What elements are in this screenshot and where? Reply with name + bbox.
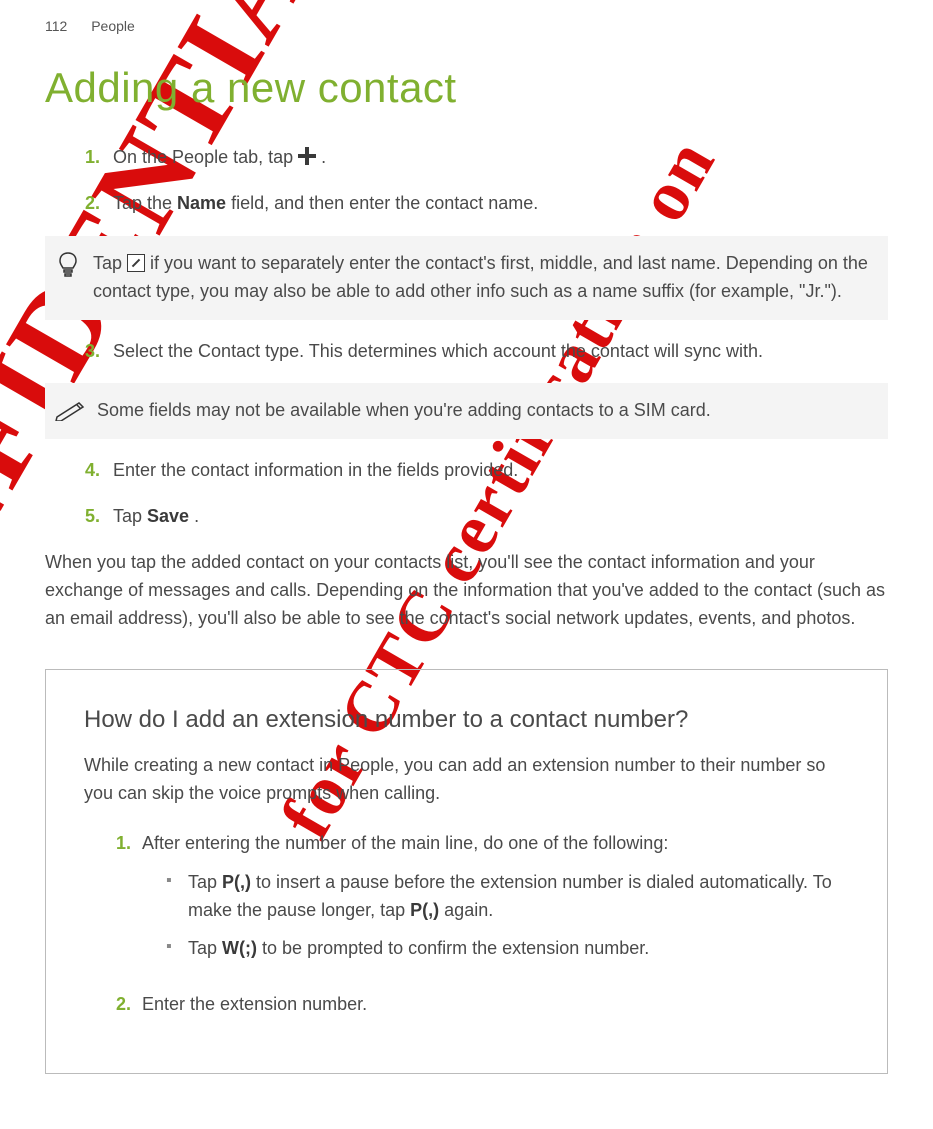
- step-number: 5.: [85, 503, 113, 531]
- bullet-item: ▪ Tap W(;) to be prompted to confirm the…: [166, 935, 849, 963]
- bullet-text: Tap W(;) to be prompted to confirm the e…: [188, 935, 649, 963]
- step-text: On the People tab, tap .: [113, 144, 326, 172]
- plus-icon: [298, 147, 316, 165]
- step-4: 4. Enter the contact information in the …: [85, 457, 888, 485]
- text: to insert a pause before the extension n…: [188, 872, 832, 920]
- step-number: 2.: [85, 190, 113, 218]
- bold-text: P(,): [222, 872, 251, 892]
- text: field, and then enter the contact name.: [231, 193, 538, 213]
- page-header: 112 People: [45, 18, 888, 34]
- bullet-marker: ▪: [166, 869, 188, 925]
- box-heading: How do I add an extension number to a co…: [84, 706, 849, 734]
- text: Tap: [188, 872, 222, 892]
- document-page: 112 People Adding a new contact 1. On th…: [0, 0, 933, 1114]
- text: if you want to separately enter the cont…: [93, 253, 868, 301]
- box-step-list: 1. After entering the number of the main…: [116, 830, 849, 1019]
- bullet-text: Tap P(,) to insert a pause before the ex…: [188, 869, 849, 925]
- step-list-2: 3. Select the Contact type. This determi…: [85, 338, 888, 366]
- bullet-item: ▪ Tap P(,) to insert a pause before the …: [166, 869, 849, 925]
- step-list-1: 1. On the People tab, tap . 2. Tap the N…: [85, 144, 888, 218]
- bold-text: P(,): [410, 900, 439, 920]
- page-title: Adding a new contact: [45, 64, 888, 112]
- bold-text: W(;): [222, 938, 257, 958]
- step-list-3: 4. Enter the contact information in the …: [85, 457, 888, 531]
- callout-text: Tap if you want to separately enter the …: [93, 250, 870, 306]
- step-3: 3. Select the Contact type. This determi…: [85, 338, 888, 366]
- step-5: 5. Tap Save .: [85, 503, 888, 531]
- text: Tap the: [113, 193, 177, 213]
- text: On the People tab, tap: [113, 147, 298, 167]
- step-number: 4.: [85, 457, 113, 485]
- box-step-2: 2. Enter the extension number.: [116, 991, 849, 1019]
- step-number: 3.: [85, 338, 113, 366]
- pencil-icon: [55, 397, 85, 421]
- step-text: Select the Contact type. This determines…: [113, 338, 763, 366]
- text: .: [321, 147, 326, 167]
- callout-text: Some fields may not be available when yo…: [97, 397, 711, 425]
- step-text: After entering the number of the main li…: [142, 830, 849, 974]
- step-1: 1. On the People tab, tap .: [85, 144, 888, 172]
- text: Tap: [188, 938, 222, 958]
- edit-icon: [127, 254, 145, 272]
- text: .: [194, 506, 199, 526]
- section-label: People: [91, 18, 135, 34]
- bold-text: Name: [177, 193, 226, 213]
- step-text: Tap Save .: [113, 503, 199, 531]
- info-box: How do I add an extension number to a co…: [45, 669, 888, 1074]
- step-number: 1.: [85, 144, 113, 172]
- text: to be prompted to confirm the extension …: [262, 938, 649, 958]
- note-callout: Some fields may not be available when yo…: [45, 383, 888, 439]
- bold-text: Save: [147, 506, 189, 526]
- box-paragraph: While creating a new contact in People, …: [84, 752, 849, 808]
- lightbulb-icon: [55, 250, 81, 278]
- tip-callout: Tap if you want to separately enter the …: [45, 236, 888, 320]
- bullet-list: ▪ Tap P(,) to insert a pause before the …: [166, 869, 849, 963]
- step-number: 2.: [116, 991, 142, 1019]
- bullet-marker: ▪: [166, 935, 188, 963]
- step-text: Enter the contact information in the fie…: [113, 457, 518, 485]
- paragraph: When you tap the added contact on your c…: [45, 549, 888, 633]
- text: Tap: [93, 253, 127, 273]
- page-number: 112: [45, 18, 67, 34]
- step-text: Tap the Name field, and then enter the c…: [113, 190, 538, 218]
- step-number: 1.: [116, 830, 142, 974]
- step-text: Enter the extension number.: [142, 991, 367, 1019]
- step-2: 2. Tap the Name field, and then enter th…: [85, 190, 888, 218]
- box-step-1: 1. After entering the number of the main…: [116, 830, 849, 974]
- text: After entering the number of the main li…: [142, 833, 668, 853]
- text: Tap: [113, 506, 147, 526]
- text: again.: [444, 900, 493, 920]
